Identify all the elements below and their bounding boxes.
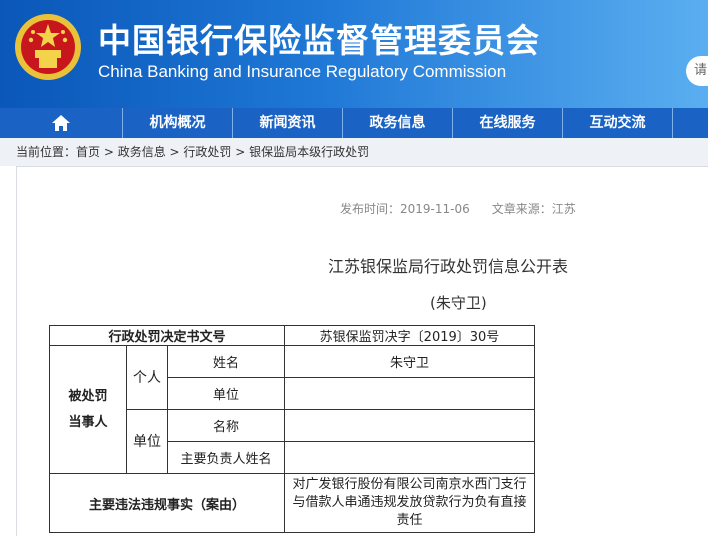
- article-meta: 发布时间：2019-11-06 文章来源：江苏: [340, 200, 576, 217]
- name-value: 朱守卫: [284, 345, 535, 378]
- party-label-line1: 被处罚: [68, 388, 108, 404]
- breadcrumb-link[interactable]: 首页: [76, 145, 100, 159]
- org-name-value: [284, 409, 535, 442]
- search-input[interactable]: 请: [686, 56, 708, 86]
- site-title-en: China Banking and Insurance Regulatory C…: [98, 62, 507, 81]
- nav-item-gov-info[interactable]: 政务信息: [342, 108, 452, 138]
- breadcrumb-current[interactable]: 银保监局本级行政处罚: [249, 145, 369, 159]
- national-emblem-icon: [15, 14, 81, 80]
- facts-label: 主要违法违规事实（案由）: [49, 473, 285, 533]
- org-name-label: 名称: [167, 409, 285, 442]
- article-title: 江苏银保监局行政处罚信息公开表: [328, 257, 569, 276]
- nav-item-more[interactable]: 统: [672, 108, 708, 138]
- nav-item-news[interactable]: 新闻资讯: [232, 108, 342, 138]
- facts-value: 对广发银行股份有限公司南京水西门支行与借款人串通违规发放贷款行为负有直接责任: [284, 473, 535, 533]
- name-label: 姓名: [167, 345, 285, 378]
- nav-item-online-service[interactable]: 在线服务: [452, 108, 562, 138]
- breadcrumb-link[interactable]: 行政处罚: [183, 145, 231, 159]
- unit-label: 单位: [126, 409, 168, 474]
- nav-item-interaction[interactable]: 互动交流: [562, 108, 672, 138]
- decision-no-value: 苏银保监罚决字〔2019〕30号: [284, 325, 535, 346]
- breadcrumb: 当前位置：首页 > 政务信息 > 行政处罚 > 银保监局本级行政处罚: [0, 138, 708, 166]
- employer-label: 单位: [167, 377, 285, 410]
- principal-value: [284, 441, 535, 474]
- breadcrumb-separator: >: [100, 145, 118, 159]
- breadcrumb-separator: >: [231, 145, 250, 159]
- employer-value: [284, 377, 535, 410]
- principal-label: 主要负责人姓名: [167, 441, 285, 474]
- main-nav: 机构概况 新闻资讯 政务信息 在线服务 互动交流 统: [0, 108, 708, 138]
- decision-no-label: 行政处罚决定书文号: [49, 325, 285, 346]
- breadcrumb-prefix: 当前位置：: [16, 145, 77, 159]
- home-icon: [52, 115, 70, 131]
- breadcrumb-link[interactable]: 政务信息: [118, 145, 166, 159]
- nav-home[interactable]: [0, 108, 122, 138]
- publish-time: 发布时间：2019-11-06: [340, 202, 470, 216]
- article-subtitle: (朱守卫): [430, 294, 487, 312]
- breadcrumb-separator: >: [165, 145, 184, 159]
- party-label-line2: 当事人: [68, 414, 108, 430]
- penalty-info-table: 行政处罚决定书文号 苏银保监罚决字〔2019〕30号 被处罚 当事人 个人 姓名…: [49, 325, 535, 533]
- individual-label: 个人: [126, 345, 168, 410]
- nav-item-org[interactable]: 机构概况: [122, 108, 232, 138]
- site-title-cn: 中国银行保险监督管理委员会: [98, 21, 540, 60]
- party-label: 被处罚 当事人: [49, 345, 127, 474]
- site-header: 中国银行保险监督管理委员会 China Banking and Insuranc…: [0, 0, 708, 108]
- article-source: 文章来源：江苏: [491, 202, 576, 216]
